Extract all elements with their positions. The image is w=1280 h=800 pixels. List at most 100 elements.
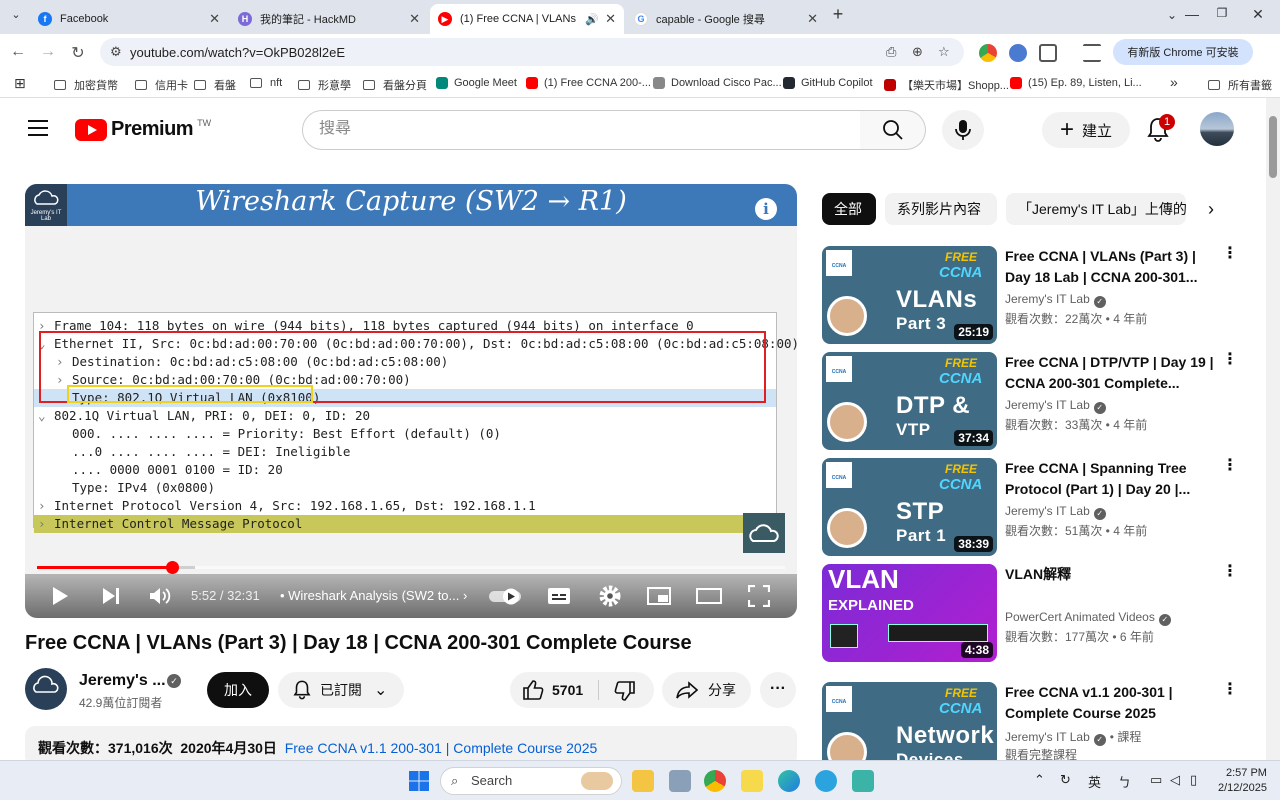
sticky-app-icon[interactable] (741, 770, 763, 792)
apps-grid-icon[interactable]: ⊞ (14, 75, 26, 92)
minimize-window-button[interactable]: — (1180, 6, 1204, 22)
close-window-button[interactable]: ✕ (1246, 6, 1270, 23)
video-thumbnail[interactable]: CCNA FREE CCNA STP Part 1 38:39 (822, 458, 997, 556)
dislike-thumb-icon[interactable] (614, 681, 636, 701)
subscribed-button[interactable]: 已訂閱 ⌄ (278, 672, 404, 708)
bookmark-item[interactable]: 加密貨幣 (54, 77, 118, 93)
more-options-icon[interactable]: ⋮ (1222, 352, 1238, 368)
telegram-icon[interactable] (815, 770, 837, 792)
file-explorer-icon[interactable] (632, 770, 654, 792)
recommended-video[interactable]: CCNA FREE CCNA STP Part 1 38:39 Free CCNA | Sp… (822, 458, 1262, 556)
bookmark-item[interactable]: nft (250, 77, 282, 89)
recommended-video-title[interactable]: Free CCNA v1.1 200-301 | Complete Course… (1005, 682, 1215, 724)
recommended-video[interactable]: VLAN EXPLAINED 4:38 VLAN解釋 PowerCert Animate… (822, 564, 1262, 662)
bookmark-item[interactable]: 看盤 (194, 77, 236, 93)
extension-icon[interactable] (979, 44, 997, 62)
channel-avatar[interactable] (25, 668, 67, 710)
bookmarks-overflow-icon[interactable]: » (1170, 74, 1178, 90)
video-thumbnail[interactable]: VLAN EXPLAINED 4:38 (822, 564, 997, 662)
bookmark-star-icon[interactable]: ☆ (938, 44, 950, 60)
ime-mode-icon[interactable]: ㄅ (1118, 772, 1131, 791)
bookmark-item[interactable]: (15) Ep. 89, Listen, Li... (1010, 77, 1142, 89)
like-thumb-icon[interactable] (522, 680, 544, 700)
battery-icon[interactable]: ▯ (1190, 772, 1197, 788)
edge-icon[interactable] (778, 770, 800, 792)
subtitles-icon[interactable] (547, 586, 571, 606)
scrollbar-thumb[interactable] (1269, 116, 1277, 178)
sync-icon[interactable]: ↻ (1060, 772, 1071, 788)
recommended-video-title[interactable]: VLAN解釋 (1005, 564, 1215, 585)
back-button[interactable]: ← (8, 43, 28, 61)
join-button[interactable]: 加入 (207, 672, 269, 708)
settings-gear-icon[interactable] (598, 584, 622, 608)
theater-mode-icon[interactable] (696, 586, 722, 606)
reload-button[interactable]: ↻ (68, 43, 88, 63)
more-options-icon[interactable]: ⋮ (1222, 246, 1238, 262)
tray-overflow-chevron-icon[interactable]: ⌃ (1034, 772, 1045, 788)
extensions-puzzle-icon[interactable] (1039, 44, 1057, 62)
volume-icon[interactable] (148, 586, 172, 606)
network-icon[interactable]: ▭ (1150, 772, 1162, 788)
miniplayer-icon[interactable] (647, 586, 671, 606)
browser-tab[interactable]: ▶ (1) Free CCNA | VLANs (Part 🔊 ✕ (430, 4, 624, 34)
install-app-icon[interactable]: ⎙ (886, 44, 896, 60)
windows-start-icon[interactable] (408, 770, 430, 792)
volume-tray-icon[interactable]: ◁ (1170, 772, 1180, 788)
channel-watermark-icon[interactable] (743, 513, 785, 553)
media-controls-icon[interactable] (1083, 44, 1101, 62)
search-input[interactable] (319, 120, 839, 138)
like-count[interactable]: 5701 (552, 682, 583, 698)
notepad-icon[interactable] (852, 770, 874, 792)
page-scrollbar[interactable] (1266, 98, 1280, 760)
autoplay-toggle[interactable] (487, 586, 523, 606)
address-bar[interactable]: ⚙ youtube.com/watch?v=OkPB028l2eE ⎙ ⊕ ☆ (100, 38, 964, 66)
filter-chip[interactable]: 全部 (822, 193, 876, 225)
filter-chip[interactable]: 系列影片內容 (885, 193, 997, 225)
account-avatar[interactable] (1200, 112, 1234, 146)
video-thumbnail[interactable]: CCNA FREE CCNA VLANs Part 3 25:19 (822, 246, 997, 344)
recommended-video-title[interactable]: Free CCNA | DTP/VTP | Day 19 | CCNA 200-… (1005, 352, 1215, 394)
filter-chip[interactable]: 「Jeremy's IT Lab」上傳的 (1006, 193, 1186, 225)
tab-search-button[interactable]: ⌄ (4, 8, 28, 21)
play-icon[interactable] (51, 586, 69, 606)
chips-next-chevron-icon[interactable]: › (1208, 199, 1214, 220)
app-icon[interactable] (669, 770, 691, 792)
menu-icon[interactable] (28, 120, 48, 141)
zoom-icon[interactable]: ⊕ (912, 44, 923, 60)
taskbar-search[interactable]: ⌕ Search (440, 767, 622, 795)
voice-search-button[interactable] (942, 110, 984, 150)
progress-scrubber[interactable] (166, 561, 179, 574)
recommended-video-title[interactable]: Free CCNA | Spanning Tree Protocol (Part… (1005, 458, 1215, 500)
tab-audio-icon[interactable]: 🔊 (585, 13, 599, 26)
chrome-taskbar-icon[interactable] (704, 770, 726, 792)
bookmark-item[interactable]: 看盤分頁 (363, 77, 427, 93)
youtube-premium-logo[interactable]: Premium TW (75, 118, 211, 141)
chapter-title[interactable]: • Wireshark Analysis (SW2 to... › (280, 588, 467, 603)
more-options-icon[interactable]: ⋮ (1222, 682, 1238, 698)
chrome-update-button[interactable]: 有新版 Chrome 可安裝 (1113, 39, 1253, 65)
bookmark-item[interactable]: 【樂天市場】Shopp... (884, 77, 1009, 93)
tab-close-icon[interactable]: ✕ (209, 11, 220, 27)
bookmark-item[interactable]: GitHub Copilot (783, 77, 873, 89)
extension-icon[interactable] (1009, 44, 1027, 62)
create-button[interactable]: + 建立 (1042, 112, 1130, 148)
recommended-channel[interactable]: PowerCert Animated Videos ✓ (1005, 610, 1171, 626)
playlist-link[interactable]: Free CCNA v1.1 200-301 | Complete Course… (285, 740, 598, 756)
video-thumbnail[interactable]: CCNA FREE CCNA DTP & VTP 37:34 (822, 352, 997, 450)
fullscreen-icon[interactable] (748, 585, 770, 607)
share-button[interactable]: 分享 (662, 672, 751, 708)
bookmark-item[interactable]: Google Meet (436, 77, 517, 89)
recommended-channel[interactable]: Jeremy's IT Lab ✓ • 課程 (1005, 728, 1141, 746)
forward-button[interactable]: → (38, 43, 58, 61)
recommended-channel[interactable]: Jeremy's IT Lab ✓ (1005, 504, 1106, 520)
more-options-icon[interactable]: ⋮ (1222, 458, 1238, 474)
video-player[interactable]: Jeremy's IT Lab Wireshark Capture (SW2 →… (25, 184, 797, 618)
recommended-channel[interactable]: Jeremy's IT Lab ✓ (1005, 398, 1106, 414)
more-actions-icon[interactable]: ··· (760, 672, 796, 708)
site-info-icon[interactable]: ⚙ (110, 44, 122, 60)
ime-indicator[interactable]: 英 (1088, 772, 1101, 791)
browser-tab[interactable]: f Facebook ✕ (30, 4, 228, 34)
recommended-video-title[interactable]: Free CCNA | VLANs (Part 3) | Day 18 Lab … (1005, 246, 1215, 288)
bookmark-item[interactable]: (1) Free CCNA 200-... (526, 77, 651, 89)
maximize-button[interactable]: ❐ (1210, 6, 1234, 20)
